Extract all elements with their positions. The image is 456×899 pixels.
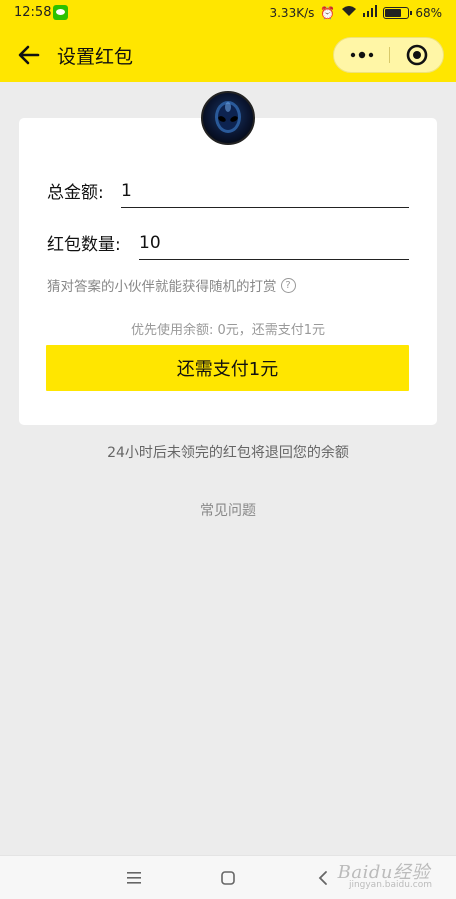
red-packet-form-card: 总金额: 红包数量: 猜对答案的小伙伴就能获得随机的打赏 ? 优先使用余额: 0…	[19, 118, 437, 425]
nav-menu-button[interactable]	[122, 868, 146, 888]
balance-note: 优先使用余额: 0元，还需支付1元	[130, 323, 326, 338]
alien-avatar-icon	[215, 101, 241, 133]
total-amount-input[interactable]	[121, 170, 409, 208]
total-amount-row: 总金额:	[47, 170, 409, 208]
header-bar: 12:58 3.33K/s ⏰ 68% 设置红包	[0, 0, 456, 82]
target-close-icon	[406, 44, 428, 66]
packet-count-input[interactable]	[139, 222, 409, 260]
packet-count-row: 红包数量:	[47, 222, 409, 260]
pay-button[interactable]: 还需支付1元	[46, 345, 409, 391]
back-button[interactable]	[14, 40, 44, 70]
network-speed: 3.33K/s	[269, 5, 315, 20]
status-time: 12:58	[14, 5, 52, 20]
avatar	[201, 91, 255, 145]
reward-hint-text: 猜对答案的小伙伴就能获得随机的打赏	[47, 279, 277, 295]
status-right: 3.33K/s ⏰ 68%	[269, 5, 442, 20]
packet-count-label: 红包数量:	[47, 235, 121, 255]
close-miniprogram-button[interactable]	[390, 38, 444, 72]
faq-link[interactable]: 常见问题	[0, 500, 456, 520]
battery-percent: 68%	[415, 5, 442, 20]
alarm-icon: ⏰	[320, 5, 336, 20]
home-square-icon	[221, 871, 235, 885]
signal-icon	[363, 5, 378, 20]
wechat-notification-icon	[53, 5, 68, 20]
more-dots-icon	[350, 51, 373, 59]
arrow-left-icon	[18, 45, 40, 65]
chevron-left-icon	[318, 871, 327, 885]
page-title: 设置红包	[57, 46, 134, 68]
menu-icon	[127, 872, 141, 884]
refund-note: 24小时后未领完的红包将退回您的余额	[107, 445, 349, 461]
nav-home-button[interactable]	[216, 868, 240, 888]
reward-hint: 猜对答案的小伙伴就能获得随机的打赏 ?	[47, 275, 296, 295]
total-amount-label: 总金额:	[47, 183, 104, 203]
wifi-icon	[341, 5, 357, 20]
status-bar: 12:58 3.33K/s ⏰ 68%	[0, 0, 456, 26]
help-icon[interactable]: ?	[280, 277, 296, 293]
nav-back-button[interactable]	[311, 868, 335, 888]
watermark-url: jingyan.baidu.com	[348, 880, 432, 890]
more-button[interactable]	[334, 38, 389, 72]
battery-icon	[383, 6, 413, 19]
miniprogram-capsule	[333, 37, 444, 73]
